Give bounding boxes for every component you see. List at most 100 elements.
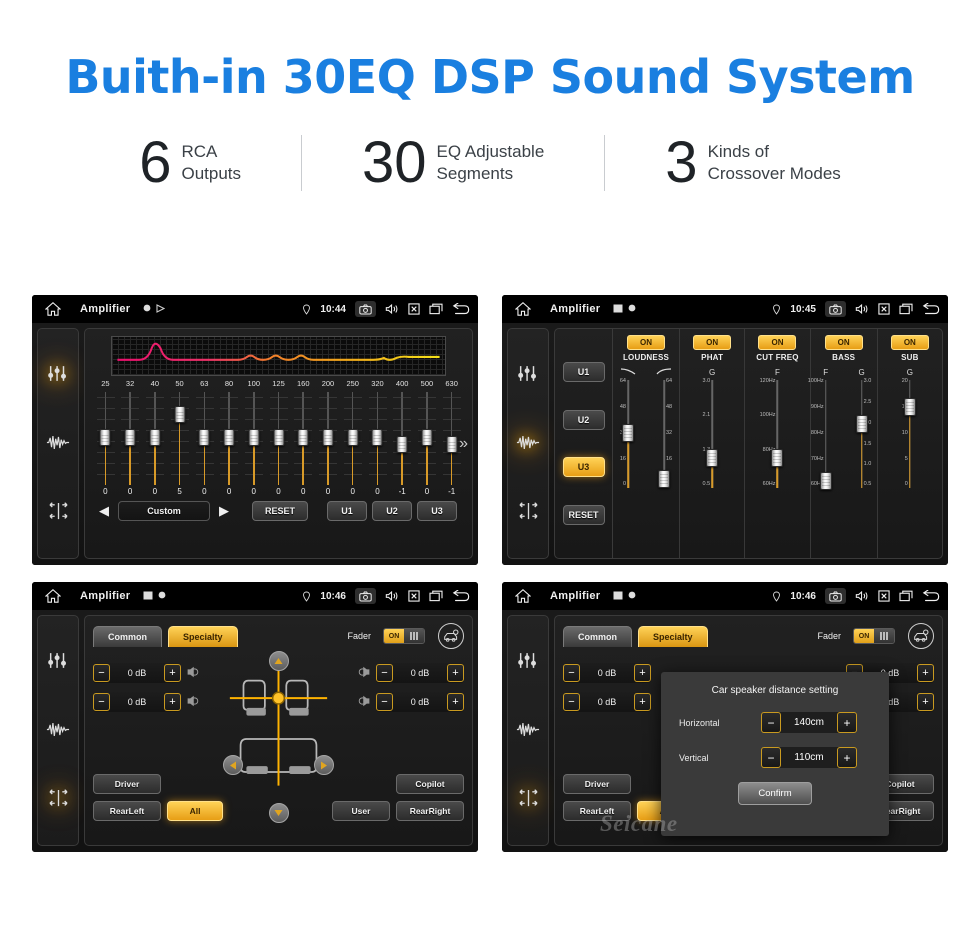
minus-button[interactable]: − xyxy=(93,693,110,711)
phat-toggle[interactable]: ON xyxy=(693,335,732,350)
preset-u1-button[interactable]: U1 xyxy=(327,501,367,521)
eq-slider[interactable] xyxy=(241,392,266,485)
screen-equalizer[interactable]: Amplifier 10:44 25 32 40 50 63 80 100 12… xyxy=(32,295,478,565)
seat-rearright-button[interactable]: RearRight xyxy=(396,801,464,821)
eq-slider[interactable] xyxy=(316,392,341,485)
up-triangle-icon[interactable] xyxy=(268,651,289,671)
waveform-icon[interactable] xyxy=(46,434,70,453)
back-icon[interactable] xyxy=(452,303,470,315)
eq-sliders-icon[interactable] xyxy=(517,651,539,672)
preset-u3-button[interactable]: U3 xyxy=(417,501,457,521)
recents-icon[interactable] xyxy=(899,590,913,602)
eq-slider[interactable] xyxy=(390,392,415,485)
horizontal-stepper[interactable]: − 140cm + xyxy=(761,712,857,733)
eq-slider[interactable] xyxy=(118,392,143,485)
loudness-toggle[interactable]: ON xyxy=(627,335,665,350)
car-gear-icon[interactable] xyxy=(908,623,934,649)
balance-icon[interactable] xyxy=(48,789,69,810)
bass-slider-freq[interactable]: F 100Hz 90Hz 80Hz 70Hz 60Hz xyxy=(808,368,839,554)
plus-button[interactable]: + xyxy=(837,747,857,768)
eq-slider[interactable] xyxy=(93,392,118,485)
preset-u3-button[interactable]: U3 xyxy=(562,457,605,478)
home-icon[interactable] xyxy=(40,589,66,603)
volume-icon[interactable] xyxy=(855,303,869,315)
sub-slider-gain[interactable]: G 20 15 10 5 0 xyxy=(897,368,923,554)
waveform-icon[interactable] xyxy=(516,721,540,740)
minus-button[interactable]: − xyxy=(93,664,110,682)
back-icon[interactable] xyxy=(922,303,940,315)
volume-icon[interactable] xyxy=(385,590,399,602)
camera-icon[interactable] xyxy=(355,588,376,604)
reset-button[interactable]: RESET xyxy=(562,504,605,525)
camera-icon[interactable] xyxy=(825,588,846,604)
plus-button[interactable]: + xyxy=(634,693,651,711)
home-icon[interactable] xyxy=(510,302,536,316)
tab-specialty[interactable]: Specialty xyxy=(168,625,238,647)
screen-fader[interactable]: Amplifier 10:46 Common Specialty Fader O… xyxy=(32,582,478,852)
right-triangle-icon[interactable]: ▶ xyxy=(215,503,233,519)
right-front-stepper[interactable]: − 0 dB + xyxy=(376,663,464,683)
balance-icon[interactable] xyxy=(518,502,539,523)
close-box-icon[interactable] xyxy=(408,590,420,602)
eq-slider[interactable] xyxy=(142,392,167,485)
recents-icon[interactable] xyxy=(899,303,913,315)
seat-copilot-button[interactable]: Copilot xyxy=(396,774,464,794)
plus-button[interactable]: + xyxy=(164,693,181,711)
eq-slider[interactable] xyxy=(217,392,242,485)
eq-slider[interactable] xyxy=(167,392,192,485)
car-gear-icon[interactable] xyxy=(438,623,464,649)
minus-button[interactable]: − xyxy=(563,664,580,682)
eq-sliders-icon[interactable] xyxy=(47,651,69,672)
volume-icon[interactable] xyxy=(855,590,869,602)
left-triangle-icon[interactable] xyxy=(223,755,243,775)
eq-slider[interactable] xyxy=(365,392,390,485)
camera-icon[interactable] xyxy=(355,301,376,317)
double-chevron-right-icon[interactable]: » xyxy=(459,435,468,453)
eq-slider[interactable] xyxy=(192,392,217,485)
eq-slider[interactable] xyxy=(266,392,291,485)
phat-slider-gain[interactable]: G 3.0 2.1 1.3 0.5 xyxy=(699,368,725,554)
plus-button[interactable]: + xyxy=(164,664,181,682)
bass-toggle[interactable]: ON xyxy=(824,335,863,350)
left-front-stepper[interactable]: − 0 dB + xyxy=(93,663,181,683)
tab-common[interactable]: Common xyxy=(93,625,162,647)
eq-sliders-icon[interactable] xyxy=(47,364,69,385)
fader-toggle[interactable]: ON xyxy=(383,628,425,644)
seat-all-button[interactable]: All xyxy=(167,801,223,821)
preset-u1-button[interactable]: U1 xyxy=(562,362,605,383)
left-rear-stepper[interactable]: − 0 dB + xyxy=(93,692,181,712)
tab-specialty[interactable]: Specialty xyxy=(638,625,708,647)
minus-button[interactable]: − xyxy=(563,693,580,711)
balance-icon[interactable] xyxy=(518,789,539,810)
seat-driver-button[interactable]: Driver xyxy=(563,774,631,794)
cutfreq-slider-freq[interactable]: F 120Hz 100Hz 80Hz 60Hz xyxy=(760,368,790,554)
down-triangle-icon[interactable] xyxy=(268,803,289,823)
back-icon[interactable] xyxy=(922,590,940,602)
home-icon[interactable] xyxy=(40,302,66,316)
left-rear-stepper[interactable]: − 0 dB + xyxy=(563,692,651,712)
back-icon[interactable] xyxy=(452,590,470,602)
left-front-stepper[interactable]: − 0 dB + xyxy=(563,663,651,683)
plus-button[interactable]: + xyxy=(917,693,934,711)
eq-slider[interactable] xyxy=(415,392,440,485)
preset-u2-button[interactable]: U2 xyxy=(372,501,412,521)
loudness-slider-low[interactable]: 64 48 32 16 0 xyxy=(615,368,641,554)
reset-button[interactable]: RESET xyxy=(252,501,308,521)
recents-icon[interactable] xyxy=(429,303,443,315)
camera-icon[interactable] xyxy=(825,301,846,317)
minus-button[interactable]: − xyxy=(761,747,781,768)
screen-fader-dialog[interactable]: Amplifier 10:46 Common Specialty Fader O… xyxy=(502,582,948,852)
recents-icon[interactable] xyxy=(429,590,443,602)
waveform-icon[interactable] xyxy=(46,721,70,740)
fader-toggle[interactable]: ON xyxy=(853,628,895,644)
vertical-stepper[interactable]: − 110cm + xyxy=(761,747,857,768)
left-triangle-icon[interactable]: ◀ xyxy=(95,503,113,519)
screen-crossover[interactable]: Amplifier 10:45 U1 U2 U3 RESET ON LOUDNE… xyxy=(502,295,948,565)
right-triangle-icon[interactable] xyxy=(314,755,334,775)
minus-button[interactable]: − xyxy=(376,664,393,682)
home-icon[interactable] xyxy=(510,589,536,603)
volume-icon[interactable] xyxy=(385,303,399,315)
seat-position-diagram[interactable] xyxy=(223,651,334,823)
tab-common[interactable]: Common xyxy=(563,625,632,647)
eq-sliders-icon[interactable] xyxy=(517,364,539,385)
